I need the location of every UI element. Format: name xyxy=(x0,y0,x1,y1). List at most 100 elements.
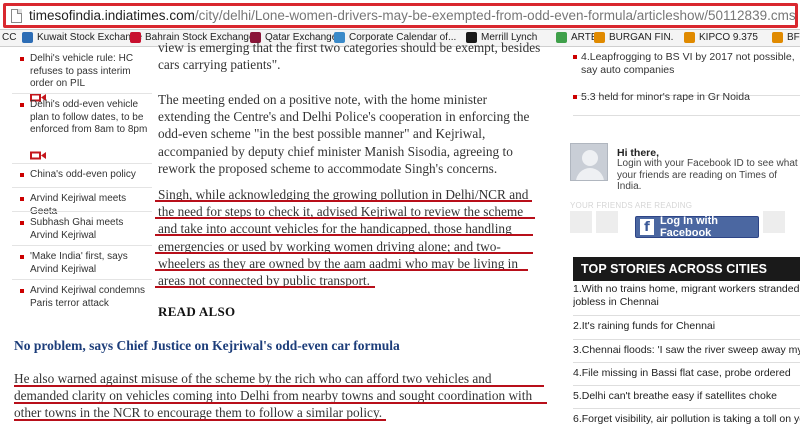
highlight-underline xyxy=(155,268,528,271)
related-video-title[interactable]: Delhi's vehicle rule: HC refuses to pass… xyxy=(30,53,150,91)
top-story-title[interactable]: 1.With no trains home, migrant workers s… xyxy=(573,283,799,308)
fb-login-text: Login with your Facebook ID to see what … xyxy=(617,158,798,192)
bookmark-label: KIPCO 9.375 xyxy=(699,32,758,43)
bullet-icon xyxy=(20,289,24,293)
divider xyxy=(12,163,152,164)
top-story-title[interactable]: 3.Chennai floods: 'I saw the river sweep… xyxy=(573,344,800,356)
article-paragraph-4: He also warned against misuse of the sch… xyxy=(14,370,554,422)
friend-placeholder xyxy=(596,211,618,233)
bullet-icon xyxy=(20,197,24,201)
url-field[interactable]: timesofindia.indiatimes.com/city/delhi/L… xyxy=(3,3,798,28)
divider xyxy=(12,93,152,94)
related-video-item[interactable]: Delhi's vehicle rule: HC refuses to pass… xyxy=(0,53,150,101)
bookmark-item[interactable]: KIPCO 9.375 xyxy=(684,32,758,43)
bookmark-item[interactable]: BURGAN FIN. xyxy=(594,32,673,43)
highlight-underline xyxy=(14,419,386,422)
bookmark-item[interactable]: Kuwait Stock Exchange xyxy=(22,32,142,43)
related-video-list: Delhi's vehicle rule: HC refuses to pass… xyxy=(0,47,152,327)
highlight-underline xyxy=(14,402,547,405)
top-story-title[interactable]: 6.Forget visibility, air pollution is ta… xyxy=(573,413,800,425)
article-line: extending the Centre's and Delhi Police'… xyxy=(158,109,530,125)
article-line: accompanied by deputy chief minister Man… xyxy=(158,143,513,159)
popular-story-item[interactable]: 5.3 held for minor's rape in Gr Noida xyxy=(573,91,800,105)
highlight-underline xyxy=(155,251,533,254)
friends-reading-header: YOUR FRIENDS ARE READING xyxy=(570,201,693,210)
bullet-icon xyxy=(20,173,24,177)
article-line: rework the proposed scheme to accommodat… xyxy=(158,160,498,176)
kse-icon xyxy=(22,32,33,43)
facebook-login-button[interactable]: f Log In with Facebook xyxy=(635,215,759,239)
article-line: The meeting ended on a positive note, wi… xyxy=(158,92,488,107)
friend-placeholder xyxy=(570,211,592,233)
bullet-icon xyxy=(20,255,24,259)
divider xyxy=(573,385,800,386)
top-story-item[interactable]: 3.Chennai floods: 'I saw the river sweep… xyxy=(573,344,800,357)
related-video-item[interactable]: Delhi's odd-even vehicle plan to follow … xyxy=(0,99,150,160)
related-headline-link[interactable]: No problem, says Chief Justice on Kejriw… xyxy=(14,338,400,354)
artes-icon xyxy=(556,32,567,43)
address-bar: timesofindia.indiatimes.com/city/delhi/L… xyxy=(0,0,800,30)
divider xyxy=(573,362,800,363)
highlight-underline xyxy=(155,234,533,237)
read-also-label: READ ALSO xyxy=(158,304,236,319)
url-path: /city/delhi/Lone-women-drivers-may-be-ex… xyxy=(194,8,796,23)
related-video-title[interactable]: China's odd-even policy xyxy=(30,169,150,182)
top-story-item[interactable]: 5.Delhi can't breathe easy if satellites… xyxy=(573,390,800,403)
bullet-icon xyxy=(573,95,577,99)
top-story-item[interactable]: 2.It's raining funds for Chennai xyxy=(573,320,800,333)
top-story-title[interactable]: 2.It's raining funds for Chennai xyxy=(573,320,715,332)
url-text[interactable]: timesofindia.indiatimes.com/city/delhi/L… xyxy=(29,8,796,23)
bf-icon xyxy=(594,32,605,43)
bf-icon xyxy=(684,32,695,43)
bookmark-item[interactable]: CC xyxy=(2,32,16,43)
url-host: timesofindia.indiatimes.com xyxy=(29,8,195,23)
bookmark-label: BF MAB xyxy=(787,32,800,43)
divider xyxy=(12,211,152,212)
related-video-title[interactable]: Arvind Kejriwal meets Geeta xyxy=(30,193,150,218)
divider xyxy=(573,315,800,316)
related-video-title[interactable]: Subhash Ghai meets Arvind Kejriwal xyxy=(30,217,150,242)
facebook-login-label: Log In with Facebook xyxy=(659,215,718,239)
top-story-item[interactable]: 4.File missing in Bassi flat case, probe… xyxy=(573,367,800,380)
friend-placeholder xyxy=(763,211,785,233)
article-line: cars carrying patients". xyxy=(158,57,281,73)
top-story-title[interactable]: 4.File missing in Bassi flat case, probe… xyxy=(573,367,791,379)
bullet-icon xyxy=(20,221,24,225)
bookmark-label: CC xyxy=(2,32,17,43)
popular-story-item[interactable]: 4.Leapfrogging to BS VI by 2017 not poss… xyxy=(573,51,800,85)
facebook-icon: f xyxy=(640,219,654,235)
bullet-icon xyxy=(20,103,24,107)
related-video-item[interactable]: Arvind Kejriwal condemns Paris terror at… xyxy=(0,285,150,325)
related-video-title[interactable]: Delhi's odd-even vehicle plan to follow … xyxy=(30,99,150,137)
bookmark-label: Kuwait Stock Exchange xyxy=(37,32,143,43)
highlight-underline xyxy=(155,217,535,220)
bookmark-item[interactable]: BF MAB xyxy=(772,32,800,43)
article-line: odd-even scheme "in the best possible ma… xyxy=(158,126,486,142)
top-story-item[interactable]: 1.With no trains home, migrant workers s… xyxy=(573,283,800,309)
article-line: view is emerging that the first two cate… xyxy=(158,40,541,55)
bookmark-label: BURGAN FIN. xyxy=(609,32,674,43)
right-sidebar: 4.Leapfrogging to BS VI by 2017 not poss… xyxy=(565,47,800,437)
video-icon xyxy=(30,151,46,160)
top-stories-header: TOP STORIES ACROSS CITIES xyxy=(573,257,800,281)
highlight-underline xyxy=(155,200,532,202)
divider xyxy=(12,187,152,188)
highlight-underline xyxy=(155,286,375,288)
divider xyxy=(12,279,152,280)
bf-icon xyxy=(772,32,783,43)
related-video-title[interactable]: 'Make India' first, says Arvind Kejriwal xyxy=(30,251,150,276)
bahrain-icon xyxy=(130,32,141,43)
article-paragraph-1: view is emerging that the first two cate… xyxy=(158,39,548,73)
article-paragraph-2: The meeting ended on a positive note, wi… xyxy=(158,91,548,177)
popular-story-title[interactable]: 4.Leapfrogging to BS VI by 2017 not poss… xyxy=(573,51,800,77)
top-story-title[interactable]: 5.Delhi can't breathe easy if satellites… xyxy=(573,390,777,402)
popular-story-title[interactable]: 5.3 held for minor's rape in Gr Noida xyxy=(573,91,800,104)
divider xyxy=(573,115,800,116)
bullet-icon xyxy=(20,57,24,61)
avatar xyxy=(570,143,608,181)
divider xyxy=(573,339,800,340)
page-icon xyxy=(11,9,22,23)
related-video-title[interactable]: Arvind Kejriwal condemns Paris terror at… xyxy=(30,285,150,310)
top-story-item[interactable]: 6.Forget visibility, air pollution is ta… xyxy=(573,413,800,426)
divider xyxy=(573,408,800,409)
